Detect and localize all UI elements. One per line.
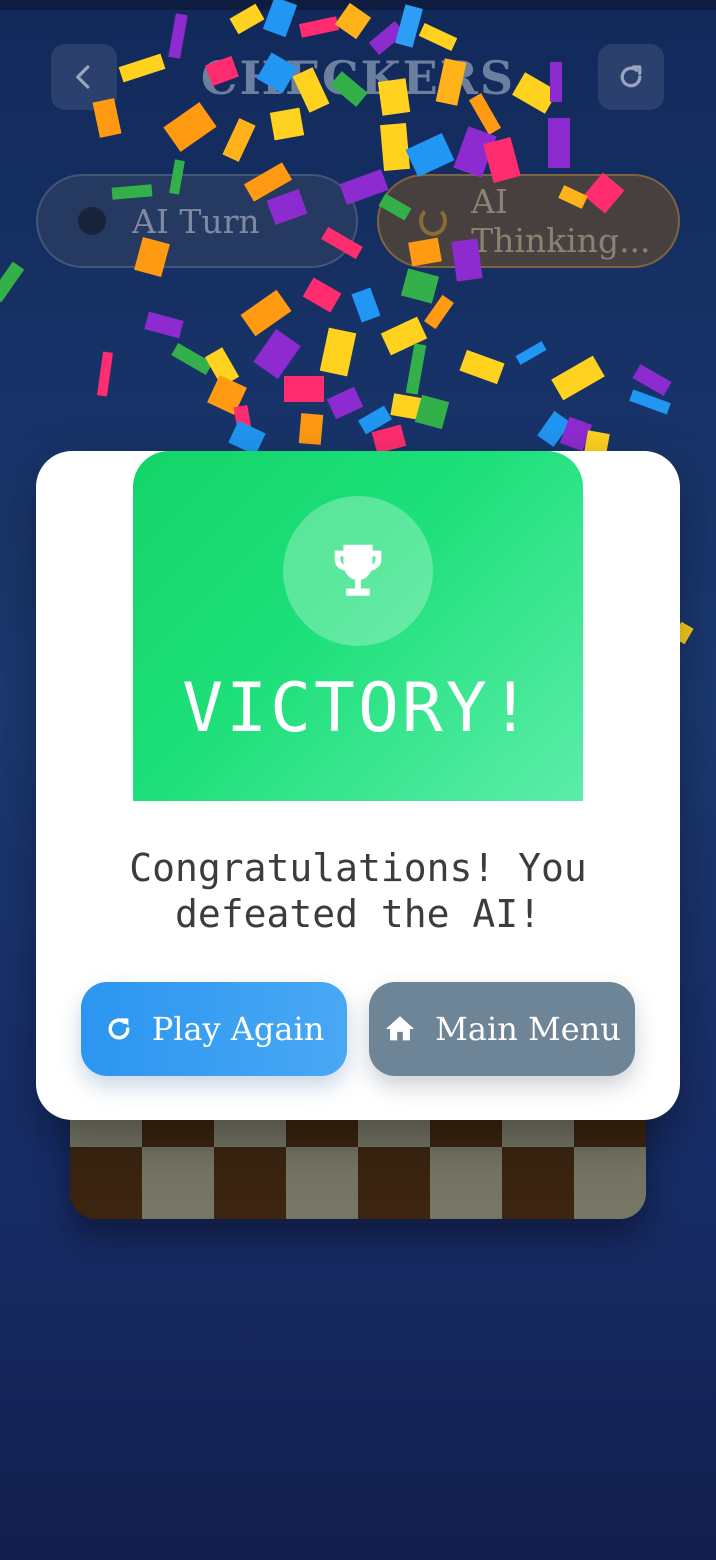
board-row bbox=[70, 1147, 646, 1219]
thinking-label: AI Thinking... bbox=[471, 182, 651, 260]
board-square[interactable] bbox=[286, 1147, 358, 1219]
restart-button[interactable] bbox=[598, 44, 664, 110]
refresh-icon bbox=[620, 65, 642, 88]
spinner-icon bbox=[419, 206, 448, 236]
play-again-label: Play Again bbox=[151, 1010, 325, 1048]
board-square[interactable] bbox=[430, 1147, 502, 1219]
victory-dialog: VICTORY! Congratulations! You defeated t… bbox=[36, 451, 680, 1120]
result-message: Congratulations! You defeated the AI! bbox=[129, 846, 587, 936]
back-button[interactable] bbox=[51, 44, 117, 110]
piece-icon bbox=[78, 207, 106, 235]
refresh-icon bbox=[104, 1014, 134, 1044]
victory-heading: VICTORY! bbox=[182, 669, 534, 748]
board-square[interactable] bbox=[502, 1147, 574, 1219]
play-again-button[interactable]: Play Again bbox=[81, 982, 347, 1076]
turn-indicator: AI Turn bbox=[36, 174, 358, 268]
chevron-left-icon bbox=[76, 65, 90, 89]
ai-thinking-indicator: AI Thinking... bbox=[377, 174, 680, 268]
main-menu-label: Main Menu bbox=[435, 1010, 621, 1048]
board-square[interactable] bbox=[358, 1147, 430, 1219]
trophy-icon bbox=[334, 544, 382, 596]
victory-banner: VICTORY! bbox=[133, 451, 583, 801]
board-square[interactable] bbox=[142, 1147, 214, 1219]
home-icon bbox=[383, 1012, 417, 1046]
turn-label: AI Turn bbox=[132, 201, 260, 241]
main-menu-button[interactable]: Main Menu bbox=[369, 982, 635, 1076]
board-square[interactable] bbox=[70, 1147, 142, 1219]
page-title: CHECKERS bbox=[200, 51, 516, 105]
board-square[interactable] bbox=[214, 1147, 286, 1219]
board-square[interactable] bbox=[574, 1147, 646, 1219]
trophy-badge bbox=[283, 496, 433, 646]
